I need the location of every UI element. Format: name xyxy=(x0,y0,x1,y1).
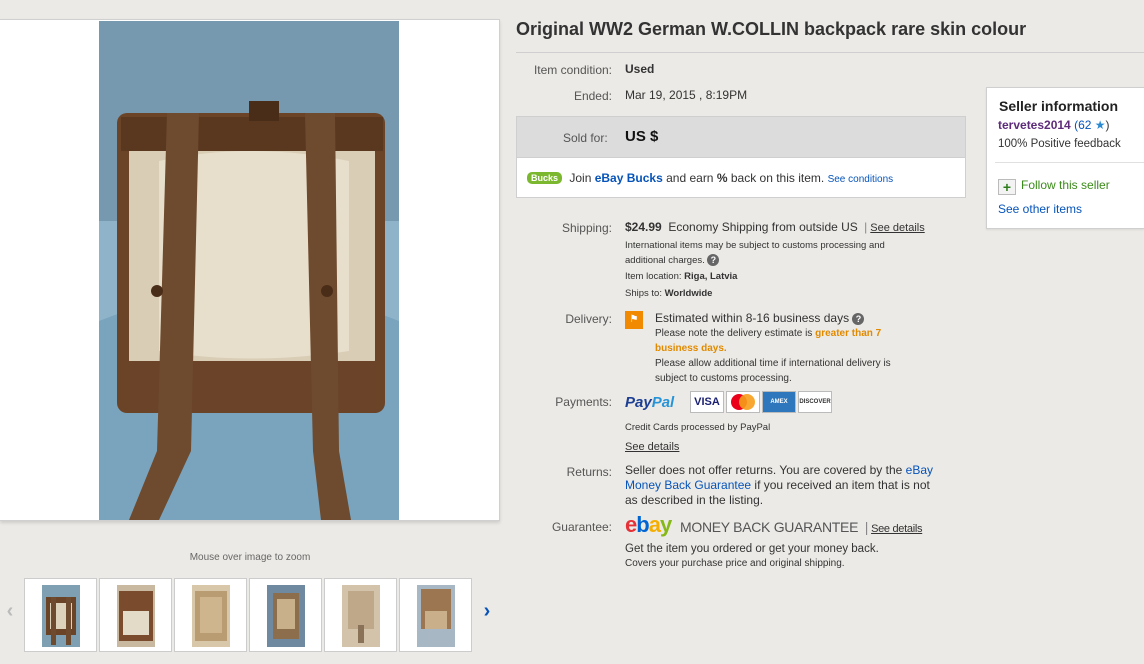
plus-icon: + xyxy=(998,179,1016,195)
delivery-help-icon[interactable]: ? xyxy=(852,313,865,325)
ebay-link[interactable]: eBay xyxy=(906,463,933,477)
item-location-row: Item location: Riga, Latvia xyxy=(625,269,737,284)
visa-icon: VISA xyxy=(690,391,724,413)
shipping-customs-note: International items may be subject to cu… xyxy=(625,238,945,268)
customs-note-line2: additional charges. ? xyxy=(625,253,945,268)
seller-username-link[interactable]: tervetes2014 xyxy=(998,118,1071,132)
sold-for-label: Sold for: xyxy=(563,131,608,145)
star-icon: ★ xyxy=(1094,118,1106,132)
delivery-note-line1: Please note the delivery estimate is gre… xyxy=(655,328,882,339)
main-product-image[interactable] xyxy=(99,21,399,520)
mastercard-circles xyxy=(731,394,755,410)
delivery-note-line3: Please allow additional time if internat… xyxy=(655,358,891,369)
separator: | xyxy=(864,519,869,535)
shipping-price: $24.99 xyxy=(625,220,662,234)
ebay-bucks-row: Bucks Join eBay Bucks and earn % back on… xyxy=(527,171,893,185)
item-title: Original WW2 German W.COLLIN backpack ra… xyxy=(516,19,1144,53)
thumbnail-1-image xyxy=(41,585,80,647)
thumbnail-5[interactable] xyxy=(324,578,397,652)
thumbnail-next-arrow[interactable]: › xyxy=(477,600,497,623)
see-conditions-link[interactable]: See conditions xyxy=(828,174,894,185)
shipping-method: Economy Shipping from outside US xyxy=(668,220,858,234)
guarantee-label: Guarantee: xyxy=(551,520,612,534)
help-icon[interactable]: ? xyxy=(707,254,720,266)
mastercard-icon xyxy=(726,391,760,413)
thumbnail-1[interactable] xyxy=(24,578,97,652)
seller-name-row: tervetes2014 (62 ★) xyxy=(998,118,1110,132)
thumbnail-6[interactable] xyxy=(399,578,472,652)
feedback-score-link[interactable]: (62 xyxy=(1074,118,1091,132)
positive-feedback: 100% Positive feedback xyxy=(998,138,1121,150)
delivery-label: Delivery: xyxy=(565,312,612,326)
ebay-bucks-icon: Bucks xyxy=(527,172,563,184)
ships-to-label: Ships to: xyxy=(625,288,662,299)
thumbnail-4[interactable] xyxy=(249,578,322,652)
thumbnail-5-image xyxy=(341,585,380,647)
flag-icon: ⚑ xyxy=(625,311,643,329)
follow-seller-button[interactable]: + Follow this seller xyxy=(998,178,1110,195)
money-back-guarantee-text: MONEY BACK GUARANTEE | See details xyxy=(680,519,923,535)
condition-label: Item condition: xyxy=(533,63,612,77)
delivery-note-line4: subject to customs processing. xyxy=(655,373,792,384)
bucks-back-text: back on this item. xyxy=(730,171,825,185)
thumbnail-2[interactable] xyxy=(99,578,172,652)
item-location-label: Item location: xyxy=(625,271,682,282)
returns-label: Returns: xyxy=(566,465,612,479)
thumbnail-3-image xyxy=(191,585,230,647)
bucks-join-text: Join xyxy=(569,171,592,185)
ended-value: Mar 19, 2015 , 8:19PM xyxy=(625,88,748,102)
shipping-main-row: $24.99 Economy Shipping from outside US … xyxy=(625,220,925,234)
returns-text: Seller does not offer returns. You are c… xyxy=(625,463,965,508)
amex-icon: AMEX xyxy=(762,391,796,413)
ebay-logo: ebay xyxy=(625,512,672,537)
thumbnail-4-image xyxy=(266,585,305,647)
follow-seller-label: Follow this seller xyxy=(1021,178,1110,192)
delivery-estimate: Estimated within 8-16 business days ? xyxy=(655,311,865,325)
thumbnail-2-image xyxy=(116,585,155,647)
delivery-note: Please note the delivery estimate is gre… xyxy=(655,326,965,386)
seller-divider xyxy=(995,162,1144,163)
thumbnail-6-image xyxy=(416,585,455,647)
sold-price-box: Sold for: US $ Bucks Join eBay Bucks and… xyxy=(516,116,966,198)
seller-info-box: Seller information tervetes2014 (62 ★) 1… xyxy=(986,87,1144,229)
guarantee-line1: Get the item you ordered or get your mon… xyxy=(625,543,879,555)
sold-price-row: Sold for: US $ xyxy=(517,117,965,158)
seller-info-heading: Seller information xyxy=(999,98,1119,114)
thumbnail-3[interactable] xyxy=(174,578,247,652)
see-other-items-link[interactable]: See other items xyxy=(998,202,1082,216)
returns-line2-text: if you received an item that is not xyxy=(754,478,930,492)
backpack-photo xyxy=(99,21,399,520)
condition-value: Used xyxy=(625,62,655,76)
returns-line1-text: Seller does not offer returns. You are c… xyxy=(625,463,903,477)
ships-to-value: Worldwide xyxy=(664,288,713,299)
guarantee-see-details-link[interactable]: See details xyxy=(871,523,922,535)
ended-label: Ended: xyxy=(573,89,612,103)
guarantee-line2: Covers your purchase price and original … xyxy=(625,558,845,569)
thumbnail-strip: ‹ › xyxy=(0,576,500,656)
payments-see-details-link[interactable]: See details xyxy=(625,439,679,453)
paypal-logo: PayPal xyxy=(625,394,675,411)
payments-label: Payments: xyxy=(555,395,612,409)
bucks-earn-text: and earn xyxy=(666,171,714,185)
main-image-panel xyxy=(0,19,500,521)
bucks-percent: % xyxy=(716,171,728,185)
delivery-note-line2: business days. xyxy=(655,343,727,354)
item-location-value: Riga, Latvia xyxy=(684,271,738,282)
customs-note-line1: International items may be subject to cu… xyxy=(625,240,885,251)
zoom-hint: Mouse over image to zoom xyxy=(189,552,311,563)
ships-to-row: Ships to: Worldwide xyxy=(625,286,712,301)
returns-line3-text: as described in the listing. xyxy=(625,493,764,507)
credit-cards-note: Credit Cards processed by PayPal xyxy=(625,422,771,433)
ebay-bucks-link[interactable]: eBay Bucks xyxy=(595,171,663,185)
sold-price: US $ xyxy=(625,128,659,145)
money-back-guarantee-link[interactable]: Money Back Guarantee xyxy=(625,478,751,492)
feedback-close: ) xyxy=(1105,118,1110,132)
shipping-label: Shipping: xyxy=(561,221,612,235)
thumbnail-prev-arrow[interactable]: ‹ xyxy=(0,600,20,623)
separator: | xyxy=(864,220,868,234)
shipping-see-details-link[interactable]: See details xyxy=(870,222,924,234)
discover-icon: DISCOVER xyxy=(798,391,832,413)
